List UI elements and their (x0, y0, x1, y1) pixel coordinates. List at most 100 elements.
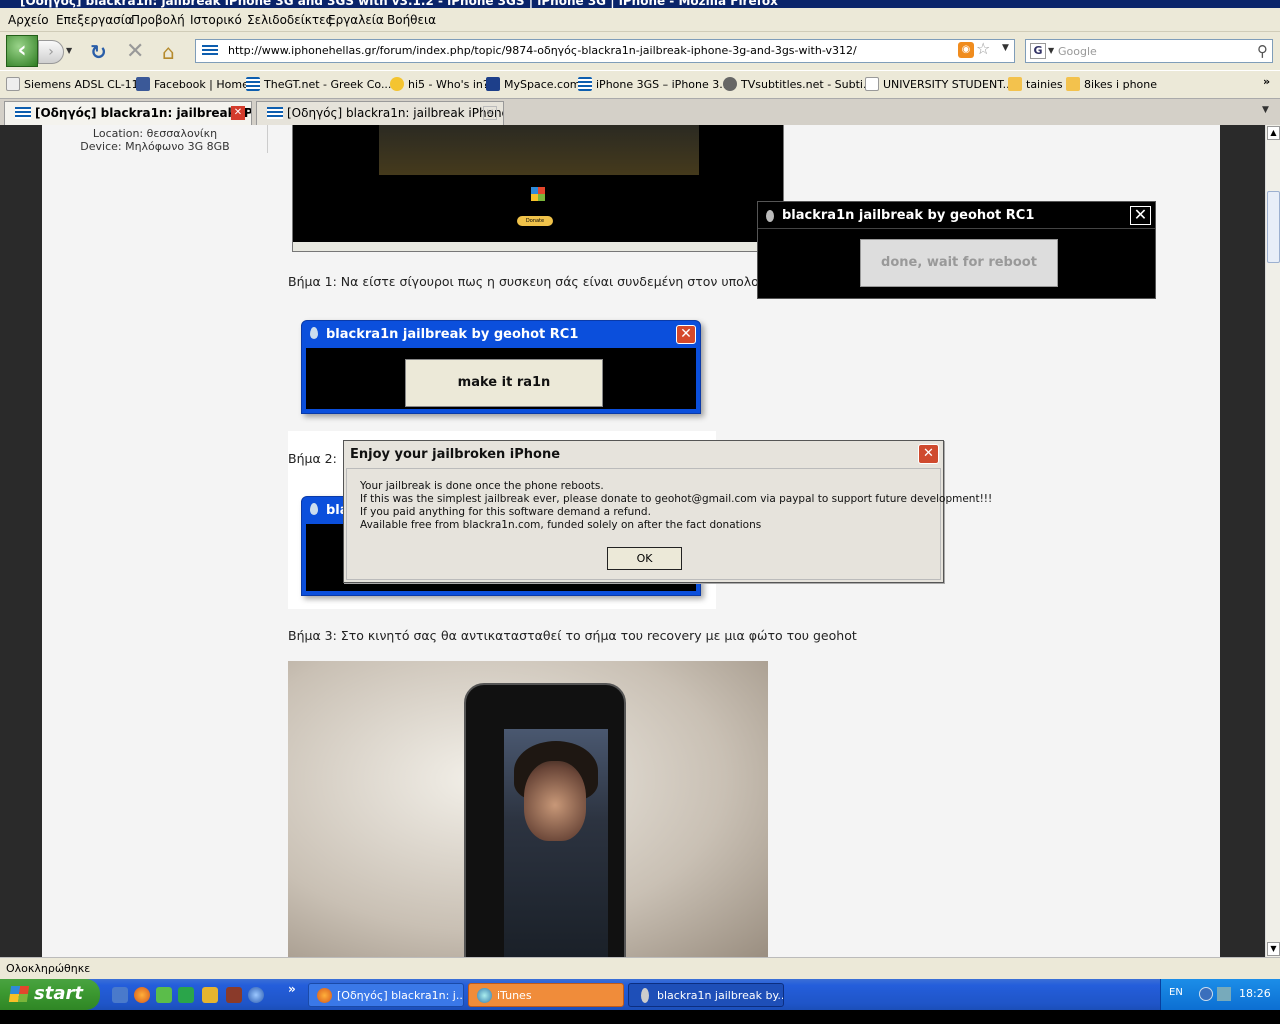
show-desktop-icon[interactable] (112, 987, 128, 1003)
app-icon[interactable] (202, 987, 218, 1003)
clock: 18:26 (1239, 987, 1271, 1000)
bookmark-label: TVsubtitles.net - Subti... (741, 78, 874, 91)
scroll-down-icon[interactable]: ▼ (1267, 942, 1280, 956)
bookmark-iphone3gs[interactable]: iPhone 3GS – iPhone 3... (578, 77, 730, 91)
bookmark-star-icon[interactable]: ☆ (976, 40, 994, 58)
menu-bookmarks[interactable]: Σελιδοδείκτες (247, 13, 333, 27)
bookmark-label: Facebook | Home (154, 78, 249, 91)
engine-dropdown-icon[interactable]: ▼ (1048, 46, 1054, 55)
done-wait-for-reboot-button[interactable]: done, wait for reboot (860, 239, 1058, 287)
blackrain-drop-icon (310, 327, 318, 339)
firefox-icon (317, 988, 332, 1003)
myspace-icon (486, 77, 500, 91)
bookmarks-overflow-icon[interactable]: » (1263, 75, 1270, 88)
vertical-scrollbar[interactable]: ▲ ▼ (1265, 125, 1280, 957)
tab-active[interactable]: [Οδηγός] blackra1n: jailbreak iPh... ✕ (4, 101, 252, 125)
menu-view[interactable]: Προβολή (131, 13, 185, 27)
dialog-message: Your jailbreak is done once the phone re… (360, 480, 992, 532)
blackrain-drop-icon (766, 210, 774, 222)
search-icon[interactable]: ⚲ (1257, 42, 1268, 60)
page-icon (865, 77, 879, 91)
app-icon[interactable] (226, 987, 242, 1003)
close-tab-icon[interactable]: ✕ (231, 106, 245, 120)
blackrain-window: blackra1n jailbreak by geohot RC1 ✕ done… (757, 201, 1156, 299)
message-line: Your jailbreak is done once the phone re… (360, 480, 604, 492)
menu-tools[interactable]: Εργαλεία (328, 13, 384, 27)
bookmarks-toolbar: Siemens ADSL CL-110 Facebook | Home TheG… (0, 70, 1280, 98)
message-line: If this was the simplest jailbreak ever,… (360, 493, 993, 505)
bookmark-label: 8ikes i phone (1084, 78, 1158, 91)
bookmark-myspace[interactable]: MySpace.com (486, 77, 581, 91)
message-line: Available free from blackra1n.com, funde… (360, 519, 762, 531)
tab-title: [Οδηγός] blackra1n: jailbreak iPh... (35, 106, 252, 120)
bookmark-university[interactable]: UNIVERSITY STUDENT... (865, 77, 1013, 91)
greek-flag-icon (15, 107, 31, 119)
scroll-up-icon[interactable]: ▲ (1267, 126, 1280, 140)
site-favicon-icon (202, 45, 218, 57)
bookmark-label: iPhone 3GS – iPhone 3... (596, 78, 730, 91)
history-dropdown-icon[interactable]: ▼ (66, 46, 76, 56)
search-box[interactable]: G ▼ Google ⚲ (1025, 39, 1273, 63)
geohot-face (524, 761, 586, 841)
system-tray: EN 18:26 (1160, 979, 1280, 1010)
tab-list-dropdown-icon[interactable]: ▼ (1262, 105, 1269, 115)
close-dialog-button[interactable]: ✕ (918, 444, 939, 464)
google-engine-icon[interactable]: G (1030, 43, 1046, 59)
bookmark-tvsubtitles[interactable]: TVsubtitles.net - Subti... (723, 77, 873, 91)
language-indicator[interactable]: EN (1169, 987, 1183, 998)
start-button[interactable]: start (0, 979, 100, 1010)
screen-bottom-border (0, 1010, 1280, 1024)
bookmark-folder-8ikes[interactable]: 8ikes i phone (1066, 77, 1157, 91)
menu-file[interactable]: Αρχείο (8, 13, 49, 27)
close-icon: ✕ (676, 325, 696, 344)
reload-button[interactable]: ↻ (90, 42, 112, 64)
tvsubtitles-icon (723, 77, 737, 91)
close-window-button[interactable]: ✕ (1130, 206, 1151, 225)
folder-icon (1008, 77, 1022, 91)
network-icon[interactable] (1217, 987, 1231, 1001)
home-button[interactable]: ⌂ (162, 41, 184, 63)
tray-expand-icon[interactable] (1199, 987, 1213, 1001)
dialog-title-bar: Enjoy your jailbroken iPhone ✕ (344, 441, 943, 468)
close-tab-icon[interactable]: ✕ (483, 106, 497, 120)
task-label: blackra1n jailbreak by... (657, 989, 784, 1002)
firefox-icon[interactable] (134, 987, 150, 1003)
ok-button[interactable]: OK (607, 547, 682, 570)
dialog-title: blackra1n jailbreak by geohot RC1 (326, 327, 579, 342)
step1-text: Βήμα 1: Να είστε σίγουροι πως η συσκευη … (288, 274, 767, 289)
back-button[interactable]: ‹ (6, 35, 38, 67)
taskbar-firefox[interactable]: [Οδηγός] blackra1n: j... (308, 983, 464, 1007)
bookmark-siemens[interactable]: Siemens ADSL CL-110 (6, 77, 146, 91)
url-dropdown-icon[interactable]: ▼ (1002, 43, 1009, 53)
enjoy-message-dialog: Enjoy your jailbroken iPhone ✕ Your jail… (343, 440, 992, 583)
bookmark-folder-tainies[interactable]: tainies (1008, 77, 1063, 91)
menu-history[interactable]: Ιστορικό (190, 13, 242, 27)
menu-edit[interactable]: Επεξεργασία (56, 13, 133, 27)
forward-button[interactable]: › (38, 40, 64, 64)
blackrain-drop-icon (641, 988, 649, 1003)
app-icon[interactable] (178, 987, 194, 1003)
scroll-thumb[interactable] (1267, 191, 1280, 263)
quicklaunch-overflow-icon[interactable]: » (288, 982, 296, 996)
greek-flag-icon (267, 107, 283, 119)
url-text[interactable]: http://www.iphonehellas.gr/forum/index.p… (228, 44, 857, 57)
tab-inactive[interactable]: [Οδηγός] blackra1n: jailbreak iPhone 3..… (256, 101, 504, 125)
tab-bar: [Οδηγός] blackra1n: jailbreak iPh... ✕ [… (0, 98, 1280, 125)
title-separator (758, 228, 1155, 229)
rss-feed-icon[interactable]: ◉ (958, 42, 974, 58)
user-location: Location: θεσσαλονίκη (92, 127, 218, 140)
itunes-icon (477, 988, 492, 1003)
taskbar-itunes[interactable]: iTunes (468, 983, 624, 1007)
stop-button[interactable]: ✕ (126, 41, 148, 63)
search-placeholder[interactable]: Google (1058, 45, 1097, 58)
bookmark-hi5[interactable]: hi5 - Who's in? (390, 77, 489, 91)
bookmark-label: Siemens ADSL CL-110 (24, 78, 146, 91)
taskbar-blackrain[interactable]: blackra1n jailbreak by... (628, 983, 784, 1007)
bookmark-facebook[interactable]: Facebook | Home (136, 77, 249, 91)
hi5-icon (390, 77, 404, 91)
messenger-icon[interactable] (156, 987, 172, 1003)
address-bar[interactable]: http://www.iphonehellas.gr/forum/index.p… (195, 39, 1015, 63)
bookmark-thegt[interactable]: TheGT.net - Greek Co... (246, 77, 391, 91)
app-icon[interactable] (248, 987, 264, 1003)
menu-help[interactable]: Βοήθεια (387, 13, 436, 27)
